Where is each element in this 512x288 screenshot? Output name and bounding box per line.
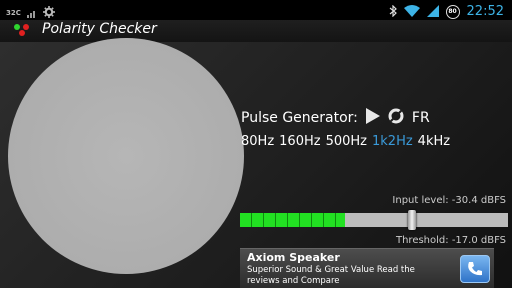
frequency-option-1k2hz[interactable]: 1k2Hz	[372, 134, 413, 149]
frequency-option-80hz[interactable]: 80Hz	[241, 134, 274, 149]
pulse-generator-row: Pulse Generator: FR	[241, 108, 430, 128]
ad-body[interactable]: Superior Sound & Great Value Read the re…	[247, 265, 447, 287]
ad-call-button[interactable]	[460, 255, 490, 283]
speaker-graphic	[8, 38, 244, 274]
polarity-mode[interactable]: FR	[412, 110, 430, 126]
level-meter[interactable]	[240, 210, 508, 230]
polarity-cycle-icon	[388, 108, 404, 124]
clock: 22:52	[466, 4, 504, 19]
ad-banner[interactable]: Axiom Speaker Superior Sound & Great Val…	[240, 248, 494, 288]
speaker-cone	[8, 38, 244, 274]
ad-title[interactable]: Axiom Speaker	[247, 251, 340, 264]
play-icon	[365, 108, 380, 124]
cell-signal-icon	[426, 2, 439, 21]
frequency-option-160hz[interactable]: 160Hz	[279, 134, 320, 149]
bluetooth-icon	[389, 2, 397, 21]
frequency-selector: 80Hz 160Hz 500Hz 1k2Hz 4kHz	[241, 134, 450, 149]
phone-icon	[468, 262, 482, 276]
threshold-slider-thumb[interactable]	[407, 210, 416, 230]
threshold-readout: Threshold: -17.0 dBFS	[395, 235, 506, 246]
pulse-generator-label: Pulse Generator:	[241, 110, 358, 126]
level-meter-fill	[240, 213, 345, 227]
wifi-icon	[403, 2, 420, 21]
app-title: Polarity Checker	[42, 21, 157, 37]
polarity-toggle-button[interactable]	[388, 108, 404, 128]
frequency-option-4khz[interactable]: 4kHz	[418, 134, 450, 149]
status-right: 80 22:52	[389, 2, 504, 21]
status-bar: 32C 80 22:52	[0, 0, 512, 20]
input-level-readout: Input level: -30.4 dBFS	[392, 195, 506, 206]
play-button[interactable]	[365, 108, 380, 128]
battery-icon: 80	[445, 4, 460, 19]
polarity-app-icon	[12, 22, 32, 38]
temperature-badge: 32C	[6, 8, 21, 17]
frequency-option-500hz[interactable]: 500Hz	[326, 134, 367, 149]
